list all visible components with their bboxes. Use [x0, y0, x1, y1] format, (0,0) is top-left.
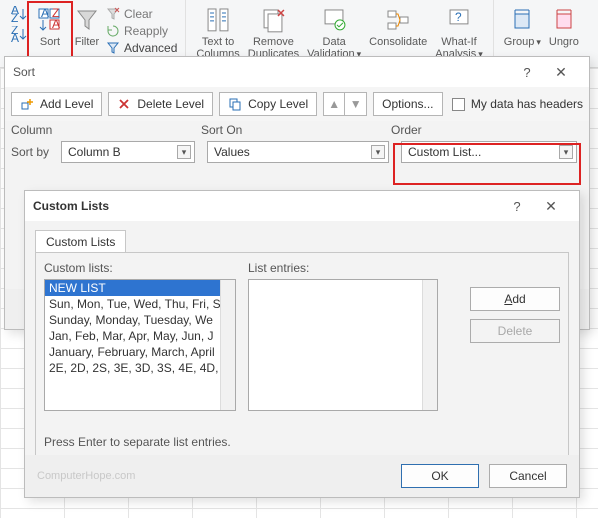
svg-text:A: A [11, 31, 19, 44]
sort-close-button[interactable]: ✕ [541, 64, 581, 81]
group-icon [509, 6, 535, 34]
list-item[interactable]: January, February, March, April [45, 344, 235, 360]
add-list-button[interactable]: Add [470, 287, 560, 311]
svg-text:A: A [52, 17, 60, 31]
sort-large-button[interactable]: AZA Sort [30, 4, 70, 62]
scrollbar[interactable] [220, 280, 235, 410]
custom-lists-dialog: Custom Lists ? ✕ Custom Lists Custom lis… [24, 190, 580, 498]
ungroup-button[interactable]: Ungro [545, 4, 583, 62]
delete-list-button: Delete [470, 319, 560, 343]
text-to-columns-button[interactable]: Text to Columns [192, 4, 243, 62]
sort-on-dropdown[interactable]: Values ▾ [207, 141, 389, 163]
chevron-down-icon: ▾ [371, 145, 385, 159]
consolidate-button[interactable]: Consolidate [365, 4, 431, 62]
svg-text:Z: Z [11, 11, 18, 24]
sortby-label: Sort by [11, 145, 61, 159]
sort-titlebar: Sort ? ✕ [5, 57, 589, 87]
watermark: ComputerHope.com [37, 470, 135, 482]
column-header: Column [11, 123, 201, 137]
sort-title: Sort [13, 65, 513, 79]
filter-button[interactable]: Filter [70, 4, 104, 62]
whatif-icon: ? [446, 6, 472, 34]
reapply-button[interactable]: Reapply [104, 23, 179, 39]
data-validation-button[interactable]: Data Validation [303, 4, 365, 62]
move-up-button[interactable]: ▲ [323, 92, 345, 116]
cl-tab[interactable]: Custom Lists [35, 230, 126, 253]
sort-asc-icon[interactable]: AZ [10, 6, 28, 24]
custom-lists-listbox[interactable]: NEW LIST Sun, Mon, Tue, Wed, Thu, Fri, S… [44, 279, 236, 411]
svg-text:A: A [41, 6, 49, 20]
delete-level-icon [117, 97, 131, 111]
delete-level-button[interactable]: Delete Level [108, 92, 213, 116]
cl-cancel-button[interactable]: Cancel [489, 464, 567, 488]
copy-level-button[interactable]: Copy Level [219, 92, 317, 116]
sort-icon: AZA [36, 6, 64, 34]
whatif-button[interactable]: ? What-If Analysis [431, 4, 487, 62]
list-item[interactable]: Jan, Feb, Mar, Apr, May, Jun, J [45, 328, 235, 344]
headers-checkbox[interactable]: My data has headers [452, 97, 583, 111]
list-item[interactable]: Sunday, Monday, Tuesday, We [45, 312, 235, 328]
list-item[interactable]: 2E, 2D, 2S, 3E, 3D, 3S, 4E, 4D, [45, 360, 235, 376]
sort-small-buttons: AZ ZA [6, 4, 30, 62]
chevron-down-icon: ▾ [559, 145, 573, 159]
advanced-button[interactable]: Advanced [104, 40, 179, 56]
cl-help-button[interactable]: ? [503, 199, 531, 214]
advanced-icon [106, 41, 120, 55]
svg-text:?: ? [455, 10, 462, 24]
custom-lists-label: Custom lists: [44, 261, 236, 275]
add-level-icon [20, 97, 34, 111]
text-to-columns-icon [205, 6, 231, 34]
data-validation-icon [321, 6, 347, 34]
cl-close-button[interactable]: ✕ [531, 198, 571, 215]
list-entries-label: List entries: [248, 261, 438, 275]
sort-options-button[interactable]: Options... [373, 92, 442, 116]
order-header: Order [391, 123, 571, 137]
list-entries-textarea[interactable] [248, 279, 438, 411]
move-level-buttons: ▲ ▼ [323, 92, 367, 116]
cl-ok-button[interactable]: OK [401, 464, 479, 488]
remove-duplicates-icon [260, 6, 286, 34]
sort-column-dropdown[interactable]: Column B ▾ [61, 141, 195, 163]
copy-level-icon [228, 97, 242, 111]
list-item[interactable]: Sun, Mon, Tue, Wed, Thu, Fri, S [45, 296, 235, 312]
clear-icon [106, 7, 120, 21]
list-item[interactable]: NEW LIST [45, 280, 235, 296]
sort-label: Sort [40, 36, 60, 48]
remove-duplicates-button[interactable]: Remove Duplicates [244, 4, 303, 62]
ungroup-icon [551, 6, 577, 34]
sort-help-button[interactable]: ? [513, 65, 541, 80]
add-level-button[interactable]: Add Level [11, 92, 102, 116]
clear-button[interactable]: Clear [104, 6, 179, 22]
move-down-button[interactable]: ▼ [345, 92, 367, 116]
checkbox-icon [452, 98, 465, 111]
consolidate-icon [385, 6, 411, 34]
group-button[interactable]: Group [500, 4, 545, 62]
sort-order-dropdown[interactable]: Custom List... ▾ [401, 141, 577, 163]
filter-icon [74, 6, 100, 34]
filter-label: Filter [75, 36, 99, 48]
chevron-down-icon: ▾ [177, 145, 191, 159]
entries-hint: Press Enter to separate list entries. [44, 435, 231, 449]
reapply-icon [106, 24, 120, 38]
cl-title: Custom Lists [33, 199, 503, 213]
sort-desc-icon[interactable]: ZA [10, 26, 28, 44]
scrollbar[interactable] [422, 280, 437, 410]
cl-titlebar: Custom Lists ? ✕ [25, 191, 579, 221]
sorton-header: Sort On [201, 123, 391, 137]
